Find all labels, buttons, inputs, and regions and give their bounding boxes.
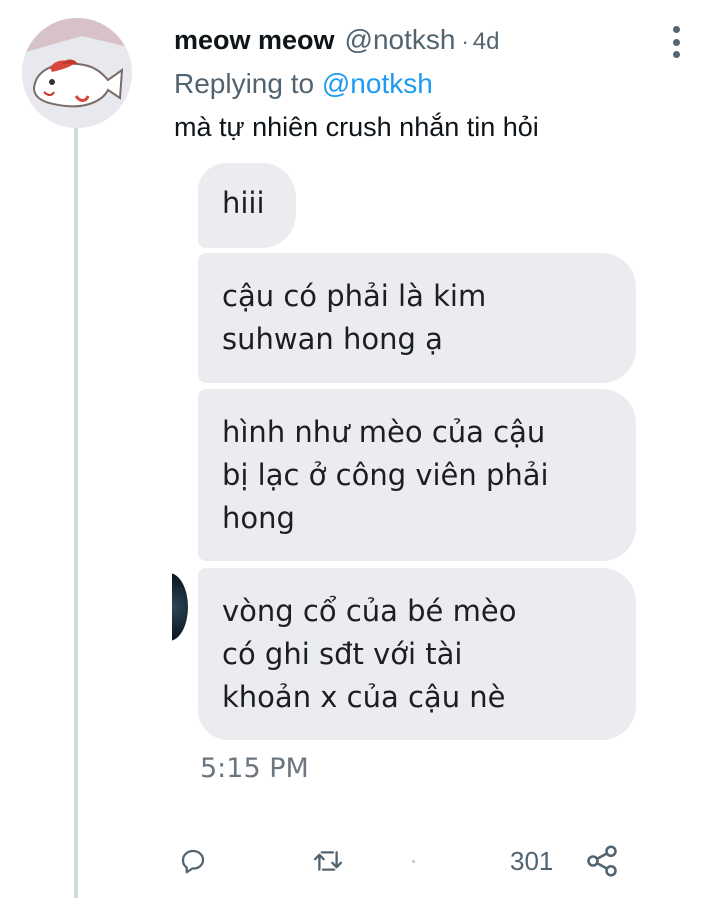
replying-prefix: Replying to: [174, 68, 322, 99]
reply-button[interactable]: [178, 838, 208, 884]
share-count: 301: [510, 845, 554, 876]
tweet-text: mà tự nhiên crush nhắn tin hỏi: [174, 112, 539, 142]
heart-icon: [412, 859, 415, 863]
tweet-timestamp[interactable]: 4d: [473, 28, 500, 56]
engagement-count[interactable]: 301: [510, 838, 553, 884]
reply-icon: [181, 849, 205, 874]
message-bubble: vòng cổ của bé mèo có ghi sđt với tài kh…: [198, 568, 636, 740]
thread-line: [74, 128, 78, 898]
retweet-button[interactable]: [312, 838, 344, 884]
message-timestamp: 5:15 PM: [200, 753, 309, 784]
retweet-icon: [313, 851, 343, 871]
fish-avatar-icon: [22, 18, 132, 128]
tweet-actions: 301: [0, 838, 716, 884]
user-handle[interactable]: @notksh: [345, 24, 456, 56]
replying-mention-link[interactable]: @notksh: [322, 68, 433, 99]
display-name[interactable]: meow meow: [174, 25, 335, 56]
separator-dot: ·: [461, 29, 469, 54]
replying-to: Replying to @notksh: [174, 68, 433, 100]
message-bubble: hiii: [198, 163, 296, 248]
share-icon: [587, 845, 617, 877]
like-button[interactable]: [408, 838, 428, 884]
tweet-header: meow meow @notksh · 4d: [174, 24, 656, 64]
more-vertical-icon: [672, 26, 680, 33]
more-options-button[interactable]: [664, 26, 688, 58]
message-bubble: hình như mèo của cậu bị lạc ở công viên …: [198, 389, 636, 561]
avatar[interactable]: [22, 18, 132, 128]
share-button[interactable]: [584, 838, 620, 884]
tweet-media-image[interactable]: hiii cậu có phải là kim suhwan hong ạ hì…: [172, 155, 650, 795]
message-bubble: cậu có phải là kim suhwan hong ạ: [198, 253, 636, 383]
contact-avatar: [172, 573, 188, 641]
